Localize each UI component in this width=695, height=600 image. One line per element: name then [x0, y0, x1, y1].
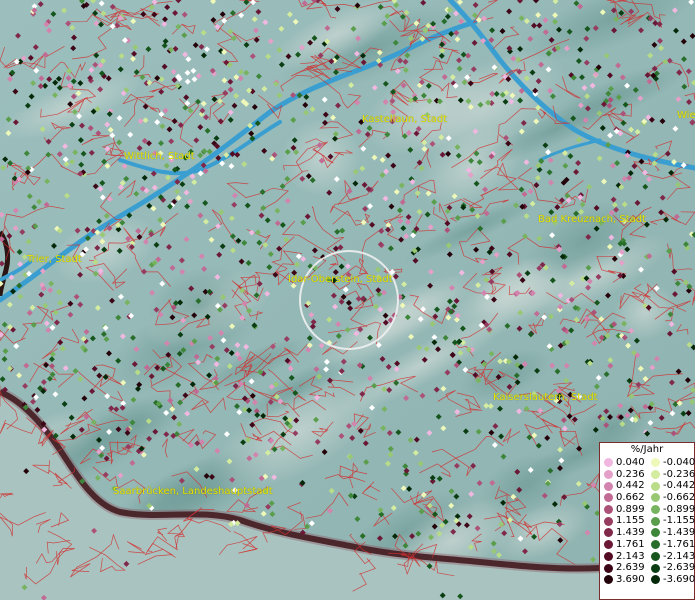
legend-row: 1.439 -1.439 — [600, 527, 695, 539]
legend-value: 0.442 — [616, 480, 645, 492]
legend-value: -0.236 — [663, 468, 695, 480]
legend-swatch — [651, 563, 660, 573]
legend-swatch — [604, 540, 613, 550]
legend-swatch — [651, 470, 660, 480]
legend-value: 0.236 — [616, 468, 645, 480]
legend-row: 2.143 -2.143 — [600, 550, 695, 563]
legend-row: 0.040 -0.040 — [600, 457, 695, 469]
legend-entry-positive: 2.143 — [600, 551, 647, 563]
legend-swatch — [651, 528, 660, 538]
legend-title: %/Jahr — [630, 444, 664, 455]
city-label-kastellaun: Kastellaun, Stadt — [362, 114, 448, 125]
legend-entry-negative: -0.442 — [647, 480, 695, 492]
city-label-saarbruecken: Saarbrücken, Landeshauptstadt — [113, 486, 273, 497]
legend-entry-positive: 0.662 — [600, 492, 647, 504]
legend-entry-negative: -2.143 — [647, 550, 695, 563]
legend-value: 1.761 — [616, 538, 645, 550]
legend-row: 0.662 -0.662 — [600, 492, 695, 504]
legend-value: -1.155 — [663, 515, 695, 527]
legend-entry-negative: -0.040 — [647, 457, 695, 469]
legend-entry-negative: -2.639 — [647, 562, 695, 574]
legend-entry-positive: 2.639 — [600, 562, 647, 574]
map-view[interactable]: Kastellaun, Stadt Wittlich, Stadt Bad Kr… — [0, 0, 695, 600]
legend-value: -1.439 — [663, 527, 695, 539]
legend-row: 3.690 -3.690 — [600, 573, 695, 586]
legend-swatch — [651, 551, 660, 561]
legend-entry-negative: -1.439 — [647, 527, 695, 539]
city-label-wiesbaden: Wie — [677, 110, 695, 121]
legend-entry-negative: -0.899 — [647, 503, 695, 516]
legend-swatch — [651, 481, 660, 491]
legend-swatch — [651, 458, 660, 468]
city-label-wittlich: Wittlich, Stadt — [124, 151, 195, 162]
city-label-idar-oberstein: Idar-Oberstein, Stadt — [288, 274, 393, 285]
legend-entry-positive: 1.155 — [600, 515, 647, 527]
legend-swatch — [604, 575, 613, 585]
legend-row: 2.639 -2.639 — [600, 562, 695, 574]
legend-entry-negative: -1.155 — [647, 515, 695, 527]
map-legend: %/Jahr 0.040 -0.040 0.236 -0.236 0.442 -0.442… — [599, 442, 695, 600]
legend-entry-positive: 0.899 — [600, 504, 647, 516]
legend-swatch — [651, 575, 660, 585]
legend-value: -2.143 — [663, 550, 695, 562]
legend-value: 3.690 — [616, 573, 645, 585]
legend-value: -1.761 — [663, 538, 695, 550]
legend-swatch — [604, 493, 613, 503]
legend-entry-positive: 0.236 — [600, 469, 647, 481]
city-label-trier: Trier, Stadt — [27, 254, 82, 265]
legend-entry-positive: 3.690 — [600, 574, 647, 586]
legend-swatch — [651, 516, 660, 526]
legend-value: -0.899 — [663, 503, 695, 515]
legend-swatch — [604, 516, 613, 526]
legend-swatch — [604, 470, 613, 480]
legend-entry-positive: 0.442 — [600, 480, 647, 492]
legend-swatch — [651, 505, 660, 515]
legend-entry-negative: -3.690 — [647, 573, 695, 586]
legend-value: -0.442 — [663, 480, 695, 492]
legend-row: 1.155 -1.155 — [600, 515, 695, 527]
legend-entry-negative: -0.662 — [647, 492, 695, 504]
legend-swatch — [604, 563, 613, 573]
legend-value: 0.899 — [616, 503, 645, 515]
legend-entry-negative: -0.236 — [647, 468, 695, 481]
legend-entry-negative: -1.761 — [647, 538, 695, 551]
legend-entry-positive: 0.040 — [600, 457, 647, 469]
legend-value: -3.690 — [663, 573, 695, 585]
legend-value: -2.639 — [663, 562, 695, 574]
legend-value: 1.155 — [616, 515, 645, 527]
legend-row: 0.442 -0.442 — [600, 480, 695, 492]
legend-row: 0.899 -0.899 — [600, 503, 695, 516]
legend-rows: 0.040 -0.040 0.236 -0.236 0.442 -0.442 0.662 -0… — [600, 457, 695, 586]
legend-value: 2.143 — [616, 550, 645, 562]
legend-value: 2.639 — [616, 562, 645, 574]
city-label-bad-kreuznach: Bad Kreuznach, Stadt — [538, 214, 647, 225]
legend-swatch — [651, 540, 660, 550]
legend-value: -0.662 — [663, 492, 695, 504]
legend-swatch — [604, 528, 613, 538]
legend-value: 1.439 — [616, 527, 645, 539]
city-label-kaiserslautern: Kaiserslautern, Stadt — [493, 392, 598, 403]
legend-swatch — [604, 505, 613, 515]
legend-swatch — [651, 493, 660, 503]
legend-row: 0.236 -0.236 — [600, 468, 695, 481]
legend-value: -0.040 — [663, 457, 695, 468]
legend-swatch — [604, 458, 613, 468]
legend-row: 1.761 -1.761 — [600, 538, 695, 551]
map-canvas[interactable] — [0, 0, 695, 600]
legend-value: 0.662 — [616, 492, 645, 504]
legend-entry-positive: 1.761 — [600, 539, 647, 551]
legend-value: 0.040 — [616, 457, 645, 468]
legend-swatch — [604, 551, 613, 561]
legend-swatch — [604, 481, 613, 491]
legend-entry-positive: 1.439 — [600, 527, 647, 539]
